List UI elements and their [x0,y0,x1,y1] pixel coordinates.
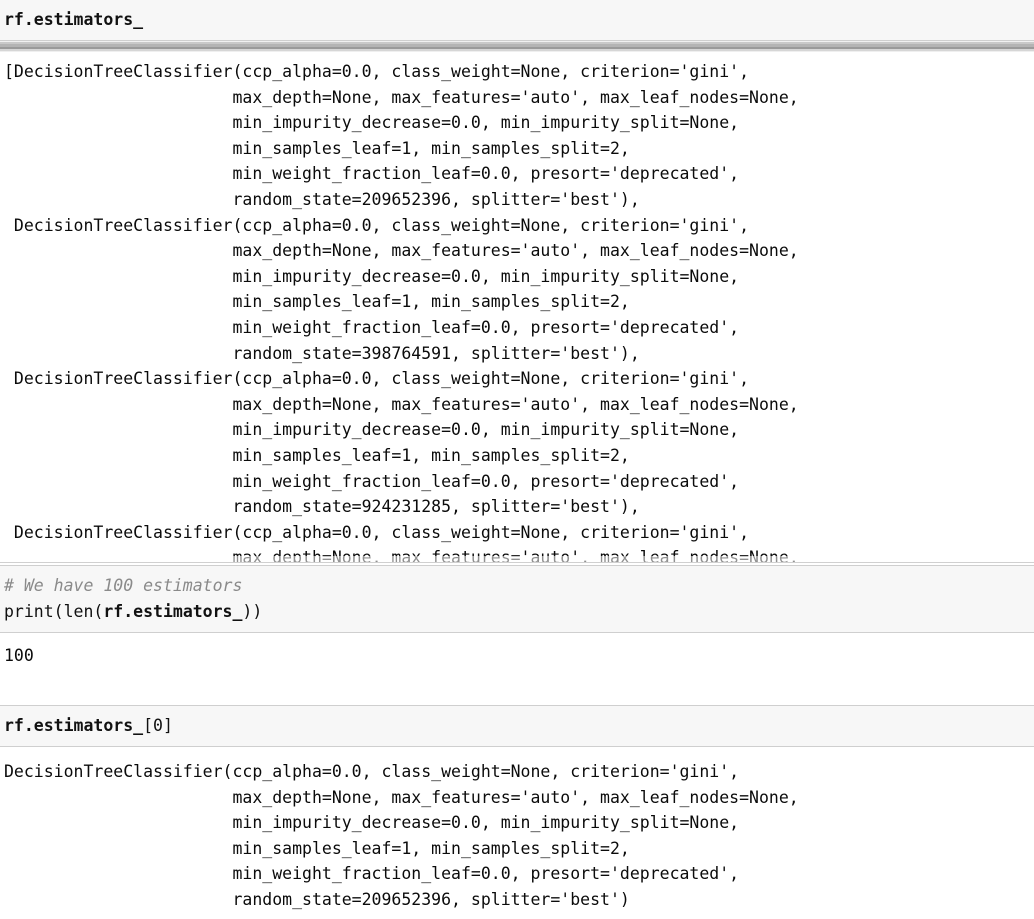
output-line: min_samples_leaf=1, min_samples_split=2, [4,292,630,312]
code-cell-input-1[interactable]: rf.estimators_ [0,0,1034,41]
code-token-plain: [0] [143,716,173,735]
output-line: 100 [4,646,34,665]
output-line: random_state=924231285, splitter='best')… [4,497,640,517]
code-token-bold: rf.estimators_ [4,10,144,29]
code-cell-output-2: 100 [0,633,1034,693]
output-line: min_weight_fraction_leaf=0.0, presort='d… [4,164,740,184]
code-line: rf.estimators_ [4,7,1034,33]
output-line: min_impurity_decrease=0.0, min_impurity_… [4,420,740,440]
output-line: min_samples_leaf=1, min_samples_split=2, [4,838,630,858]
code-token-bold: rf.estimators_ [103,602,243,621]
output-line: random_state=209652396, splitter='best')… [4,189,640,209]
output-line: DecisionTreeClassifier(ccp_alpha=0.0, cl… [4,215,750,235]
output-line: min_impurity_decrease=0.0, min_impurity_… [4,113,740,133]
output-line: min_impurity_decrease=0.0, min_impurity_… [4,813,740,833]
code-token-comment: # We have 100 estimators [4,576,243,595]
output-line: DecisionTreeClassifier(ccp_alpha=0.0, cl… [4,369,750,389]
output-line: random_state=398764591, splitter='best')… [4,343,640,363]
cell-spacer [0,693,1034,705]
code-cell-input-2[interactable]: # We have 100 estimators print(len(rf.es… [0,565,1034,633]
code-line: print(len(rf.estimators_)) [4,599,1034,625]
code-line-comment: # We have 100 estimators [4,573,1034,599]
code-cell-output-1[interactable]: [DecisionTreeClassifier(ccp_alpha=0.0, c… [0,52,1034,563]
output-line: min_weight_fraction_leaf=0.0, presort='d… [4,317,740,337]
code-token-plain: )) [242,602,263,621]
output-line: min_weight_fraction_leaf=0.0, presort='d… [4,471,740,491]
code-token-bold: rf.estimators_ [4,716,144,735]
output-clip-fade [0,556,1034,562]
output-line: max_depth=None, max_features='auto', max… [4,394,799,414]
output-line: min_samples_leaf=1, min_samples_split=2, [4,445,630,465]
output-line: min_impurity_decrease=0.0, min_impurity_… [4,266,740,286]
code-token-plain: print(len( [4,602,104,621]
horizontal-scrollbar[interactable] [0,41,1034,52]
output-line: random_state=209652396, splitter='best') [4,889,630,909]
output-line: max_depth=None, max_features='auto', max… [4,241,799,261]
code-line: rf.estimators_[0] [4,713,1034,739]
notebook: rf.estimators_ [DecisionTreeClassifier(c… [0,0,1034,919]
output-line: DecisionTreeClassifier(ccp_alpha=0.0, cl… [4,762,740,781]
code-cell-output-3: DecisionTreeClassifier(ccp_alpha=0.0, cl… [0,747,1034,919]
output-line: DecisionTreeClassifier(ccp_alpha=0.0, cl… [4,522,750,542]
output-line: [DecisionTreeClassifier(ccp_alpha=0.0, c… [4,62,750,81]
output-line: min_samples_leaf=1, min_samples_split=2, [4,138,630,158]
output-line: min_weight_fraction_leaf=0.0, presort='d… [4,864,740,884]
output-line: max_depth=None, max_features='auto', max… [4,87,799,107]
code-cell-input-3[interactable]: rf.estimators_[0] [0,705,1034,747]
output-line: max_depth=None, max_features='auto', max… [4,787,799,807]
